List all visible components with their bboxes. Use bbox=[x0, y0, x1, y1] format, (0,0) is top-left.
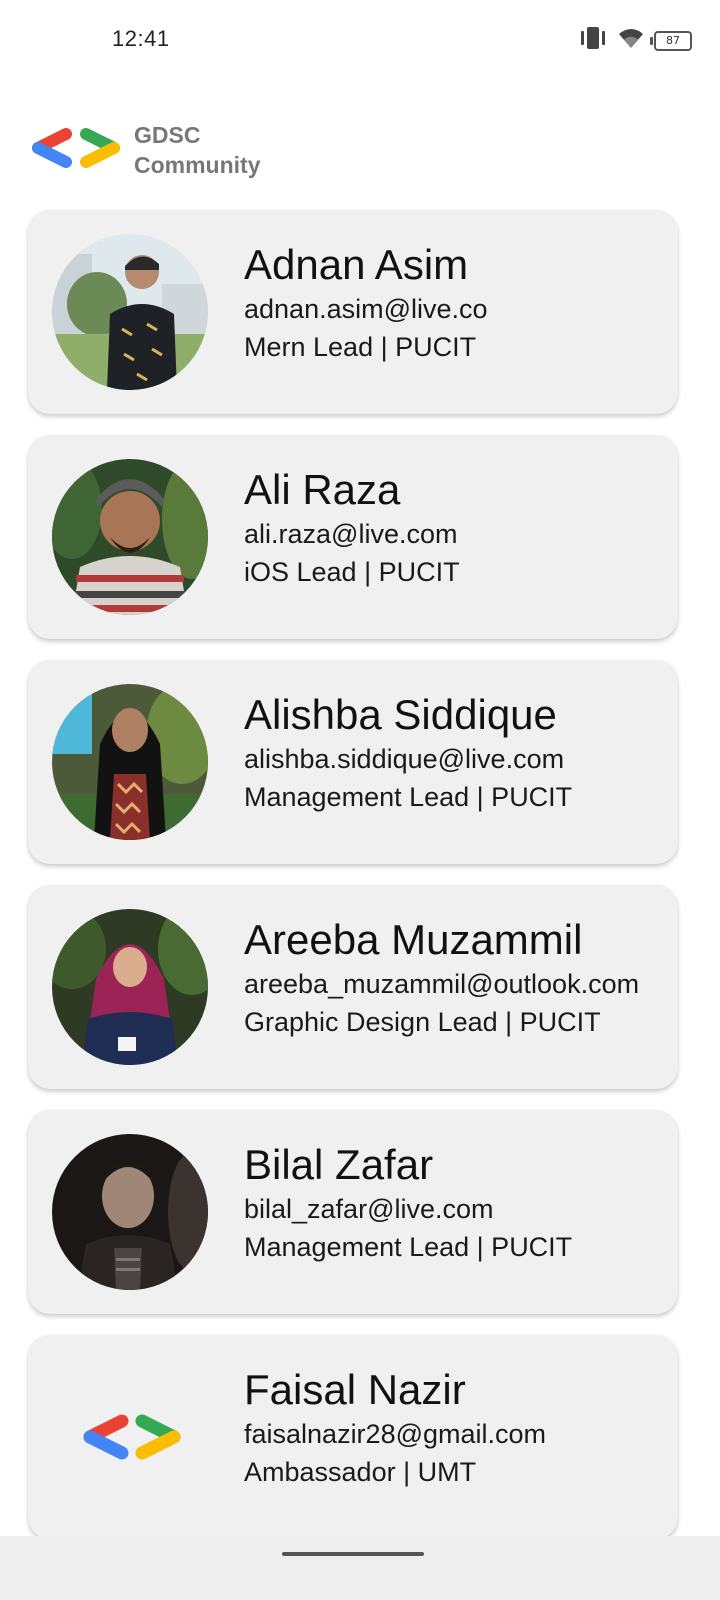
member-role: iOS Lead | PUCIT bbox=[244, 557, 460, 587]
avatar bbox=[52, 459, 208, 615]
status-bar: 12:41 87 bbox=[0, 0, 720, 80]
avatar bbox=[52, 234, 208, 390]
status-icons: 87 bbox=[578, 26, 692, 55]
member-card[interactable]: Faisal Nazir faisalnazir28@gmail.com Amb… bbox=[28, 1335, 678, 1539]
member-role: Management Lead | PUCIT bbox=[244, 1232, 573, 1262]
member-email: faisalnazir28@gmail.com bbox=[244, 1419, 547, 1449]
member-info: Alishba Siddique alishba.siddique@live.c… bbox=[244, 690, 664, 816]
member-name: Areeba Muzammil bbox=[244, 916, 583, 963]
status-time: 12:41 bbox=[112, 26, 170, 51]
member-info: Adnan Asim adnan.asim@live.co Mern Lead … bbox=[244, 240, 664, 366]
member-email: areeba_muzammil@outlook.com bbox=[244, 969, 640, 999]
app-title-line2: Community bbox=[134, 152, 261, 178]
member-card[interactable]: Alishba Siddique alishba.siddique@live.c… bbox=[28, 660, 678, 864]
gdsc-logo-icon bbox=[83, 1414, 181, 1460]
member-email: bilal_zafar@live.com bbox=[244, 1194, 494, 1224]
member-card[interactable]: Ali Raza ali.raza@live.com iOS Lead | PU… bbox=[28, 435, 678, 639]
gdsc-logo-icon bbox=[28, 124, 124, 177]
app-title: GDSC Community bbox=[134, 120, 261, 180]
avatar bbox=[52, 909, 208, 1065]
member-role: Graphic Design Lead | PUCIT bbox=[244, 1007, 601, 1037]
member-info: Faisal Nazir faisalnazir28@gmail.com Amb… bbox=[244, 1365, 664, 1491]
avatar bbox=[52, 684, 208, 840]
member-role: Management Lead | PUCIT bbox=[244, 782, 573, 812]
member-info: Bilal Zafar bilal_zafar@live.com Managem… bbox=[244, 1140, 664, 1266]
home-gesture-handle[interactable] bbox=[282, 1552, 424, 1556]
battery-icon: 87 bbox=[650, 30, 692, 51]
member-email: ali.raza@live.com bbox=[244, 519, 458, 549]
vibrate-icon bbox=[578, 26, 608, 55]
avatar-placeholder bbox=[52, 1359, 208, 1515]
app-header: GDSC Community bbox=[28, 120, 261, 180]
member-name: Alishba Siddique bbox=[244, 691, 557, 738]
member-name: Ali Raza bbox=[244, 466, 401, 513]
member-list: Adnan Asim adnan.asim@live.co Mern Lead … bbox=[28, 210, 678, 1560]
member-card[interactable]: Adnan Asim adnan.asim@live.co Mern Lead … bbox=[28, 210, 678, 414]
member-name: Faisal Nazir bbox=[244, 1366, 466, 1413]
member-email: alishba.siddique@live.com bbox=[244, 744, 565, 774]
member-card[interactable]: Bilal Zafar bilal_zafar@live.com Managem… bbox=[28, 1110, 678, 1314]
system-nav-bar bbox=[0, 1536, 720, 1600]
app-title-line1: GDSC bbox=[134, 122, 201, 148]
member-name: Adnan Asim bbox=[244, 241, 469, 288]
member-role: Mern Lead | PUCIT bbox=[244, 332, 477, 362]
member-info: Ali Raza ali.raza@live.com iOS Lead | PU… bbox=[244, 465, 664, 591]
member-info: Areeba Muzammil areeba_muzammil@outlook.… bbox=[244, 915, 664, 1041]
member-name: Bilal Zafar bbox=[244, 1141, 434, 1188]
wifi-icon bbox=[618, 27, 644, 54]
member-role: Ambassador | UMT bbox=[244, 1457, 477, 1487]
avatar bbox=[52, 1134, 208, 1290]
member-email: adnan.asim@live.co bbox=[244, 294, 488, 324]
member-card[interactable]: Areeba Muzammil areeba_muzammil@outlook.… bbox=[28, 885, 678, 1089]
